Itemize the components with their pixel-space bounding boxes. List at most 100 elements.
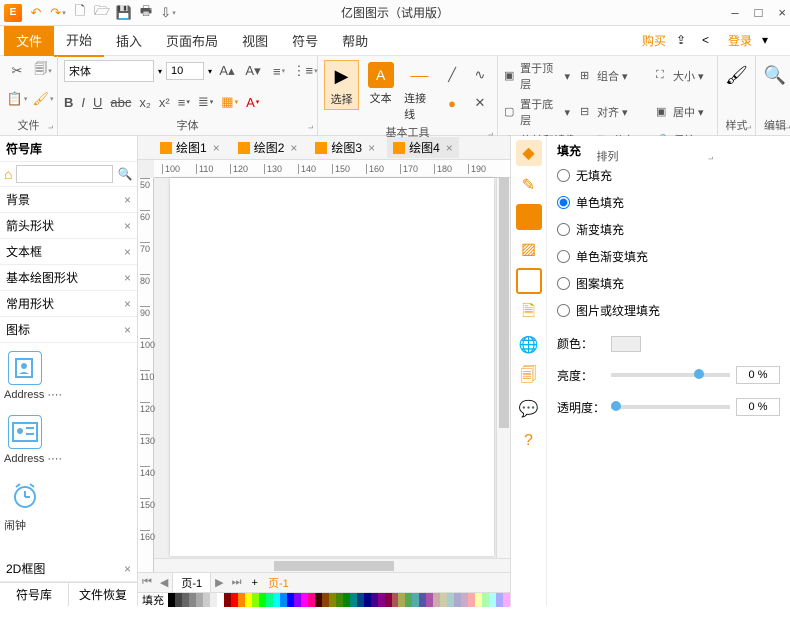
minimize-button[interactable]: –	[731, 5, 738, 20]
color-swatch[interactable]	[440, 593, 447, 607]
color-swatch[interactable]	[266, 593, 273, 607]
color-swatch[interactable]	[175, 593, 182, 607]
color-swatch[interactable]	[343, 593, 350, 607]
color-swatch[interactable]	[322, 593, 329, 607]
opacity-value[interactable]: 0 %	[736, 398, 780, 416]
layer-panel-icon[interactable]: 🗐	[516, 364, 542, 390]
color-swatch[interactable]	[371, 593, 378, 607]
color-swatch[interactable]	[238, 593, 245, 607]
menu-view[interactable]: 视图	[230, 25, 280, 56]
tab-file-recovery[interactable]: 文件恢复	[69, 583, 137, 606]
find-button[interactable]: 🔍	[760, 60, 790, 90]
color-swatch[interactable]	[203, 593, 210, 607]
color-swatch[interactable]	[412, 593, 419, 607]
superscript-button[interactable]: x²	[159, 95, 170, 110]
page-next-button[interactable]: ▶	[211, 576, 227, 589]
close-icon[interactable]: ×	[124, 562, 131, 576]
close-icon[interactable]: ×	[124, 245, 131, 259]
tab-drawing-1[interactable]: 绘图1×	[154, 137, 226, 158]
print-button[interactable]: 🖶	[138, 5, 154, 21]
brightness-value[interactable]: 0 %	[736, 366, 780, 384]
color-swatch[interactable]	[168, 593, 175, 607]
color-swatch[interactable]	[210, 593, 217, 607]
highlight-button[interactable]: ▦	[221, 94, 238, 110]
menu-file[interactable]: 文件	[4, 25, 54, 56]
color-swatch[interactable]	[308, 593, 315, 607]
shrink-font-button[interactable]: A▾	[242, 60, 264, 82]
bold-button[interactable]: B	[64, 95, 73, 110]
center-button[interactable]: ▣居中▾	[656, 96, 722, 128]
solid-fill-icon[interactable]	[516, 204, 542, 230]
font-name-select[interactable]: 宋体	[64, 60, 154, 82]
close-icon[interactable]: ×	[124, 219, 131, 233]
color-swatch[interactable]	[475, 593, 482, 607]
format-painter-button[interactable]: 🖌	[32, 88, 54, 110]
color-swatch[interactable]	[273, 593, 280, 607]
comment-panel-icon[interactable]: 💬	[516, 396, 542, 422]
underline-button[interactable]: U	[93, 95, 102, 110]
add-page-button[interactable]: +	[246, 577, 264, 589]
fill-option[interactable]: 单色渐变填充	[557, 248, 780, 265]
close-tab-icon[interactable]: ×	[446, 141, 453, 155]
save-button[interactable]: 💾	[116, 5, 132, 21]
home-icon[interactable]: ⌂	[4, 166, 12, 182]
share-icon[interactable]: ⇪	[676, 33, 692, 49]
color-preview[interactable]	[611, 336, 641, 352]
menu-symbols[interactable]: 符号	[280, 25, 330, 56]
cat-arrows[interactable]: 箭头形状×	[0, 213, 137, 239]
color-swatch[interactable]	[392, 593, 399, 607]
font-dropdown-icon[interactable]: ▾	[158, 67, 162, 76]
login-dropdown-icon[interactable]: ▾	[762, 33, 778, 49]
color-swatch[interactable]	[454, 593, 461, 607]
cat-basic-shapes[interactable]: 基本绘图形状×	[0, 265, 137, 291]
strike-button[interactable]: abc	[110, 95, 131, 110]
bullets-button[interactable]: ⋮≡	[294, 60, 316, 82]
line-tool-button[interactable]: ╱	[441, 64, 463, 86]
color-swatch[interactable]	[489, 593, 496, 607]
canvas[interactable]: 100110120130140150160170180190 506070809…	[138, 160, 510, 572]
color-swatch[interactable]	[217, 593, 224, 607]
fill-option[interactable]: 图案填充	[557, 275, 780, 292]
export-button[interactable]: ⇩	[160, 5, 176, 21]
cat-background[interactable]: 背景×	[0, 187, 137, 213]
menu-help[interactable]: 帮助	[330, 25, 380, 56]
page-prev-button[interactable]: ◀	[156, 576, 172, 589]
list-button[interactable]: ≣	[198, 94, 213, 110]
horizontal-scrollbar[interactable]	[154, 558, 510, 572]
cat-common-shapes[interactable]: 常用形状×	[0, 291, 137, 317]
search-button[interactable]: 🔍	[117, 166, 133, 182]
connector-tool-button[interactable]: ⎯⎯ 连接线	[402, 60, 437, 124]
color-swatch[interactable]	[287, 593, 294, 607]
color-swatch[interactable]	[482, 593, 489, 607]
fill-option[interactable]: 渐变填充	[557, 221, 780, 238]
bring-to-front-button[interactable]: ▣置于顶层▾	[504, 60, 570, 92]
color-swatch[interactable]	[357, 593, 364, 607]
redo-button[interactable]: ↷	[50, 5, 66, 21]
help-panel-icon[interactable]: ?	[516, 428, 542, 454]
shape-panel-icon[interactable]	[516, 268, 542, 294]
vertical-scrollbar[interactable]	[496, 178, 510, 558]
tab-drawing-3[interactable]: 绘图3×	[309, 137, 381, 158]
page-first-button[interactable]: ⏮	[138, 576, 156, 589]
close-tab-icon[interactable]: ×	[368, 141, 375, 155]
open-button[interactable]: 🗁	[94, 5, 110, 21]
shape-alarm-clock[interactable]: 闹钟	[4, 475, 133, 533]
page-last-button[interactable]: ⏭	[228, 576, 246, 589]
ellipse-tool-button[interactable]: ●	[441, 92, 463, 114]
color-swatch[interactable]	[378, 593, 385, 607]
tab-symbol-library[interactable]: 符号库	[0, 583, 69, 606]
color-swatch[interactable]	[196, 593, 203, 607]
page-panel-icon[interactable]: 🗎	[516, 300, 542, 326]
close-tab-icon[interactable]: ×	[213, 141, 220, 155]
color-swatch[interactable]	[468, 593, 475, 607]
color-swatch[interactable]	[245, 593, 252, 607]
close-button[interactable]: ×	[778, 5, 786, 20]
tab-drawing-4[interactable]: 绘图4×	[387, 137, 459, 158]
cat-textbox[interactable]: 文本框×	[0, 239, 137, 265]
color-swatch[interactable]	[350, 593, 357, 607]
color-swatch[interactable]	[224, 593, 231, 607]
send-to-back-button[interactable]: ▢置于底层▾	[504, 96, 570, 128]
line-panel-icon[interactable]: ✎	[516, 172, 542, 198]
shadow-panel-icon[interactable]: ▨	[516, 236, 542, 262]
social-icon[interactable]: <	[702, 33, 718, 49]
